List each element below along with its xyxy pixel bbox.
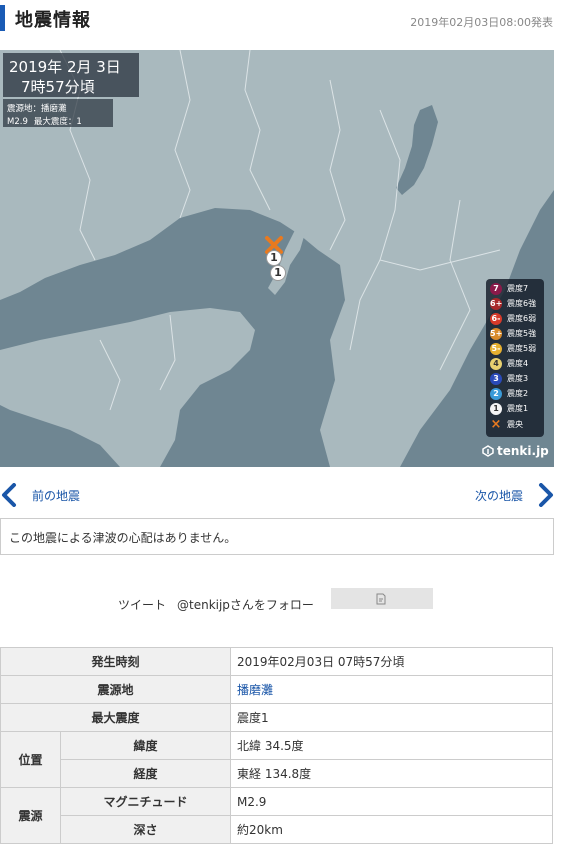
intensity-legend: 7 震度7 6+ 震度6強 6- 震度6弱 5+ 震度5強 5- 震度5弱 4 震度4 3震… (486, 279, 544, 437)
legend-row: 6+ 震度6強 (490, 297, 544, 311)
page-header: 地震情報 2019年02月03日08:00発表 (0, 0, 563, 38)
intensity-5-upper-icon: 5+ (490, 328, 503, 340)
intensity-6-lower-icon: 6- (490, 313, 502, 325)
broken-image-icon (376, 593, 386, 605)
table-row: 経度 東経 134.8度 (1, 759, 553, 788)
legend-row: 5+ 震度5強 (490, 327, 544, 341)
legend-label: 震度2 (507, 389, 529, 398)
next-quake-link[interactable]: 次の地震 (465, 479, 555, 507)
latitude-value: 北緯 34.5度 (230, 731, 553, 760)
position-header: 位置 (0, 731, 61, 788)
epicenter-link[interactable]: 播磨灘 (230, 675, 553, 704)
intensity-7-icon: 7 (490, 283, 502, 295)
intensity-5-lower-icon: 5- (490, 343, 502, 355)
magnitude-intensity-summary: M2.9 最大震度：1 (7, 115, 88, 127)
magnitude-value: M2.9 (230, 787, 553, 816)
tenki-logo-text: tenki.jp (497, 444, 549, 458)
prev-quake-label: 前の地震 (32, 489, 81, 503)
legend-label: 震央 (507, 420, 523, 429)
depth-value: 約20km (230, 815, 553, 844)
legend-label: 震度5弱 (507, 344, 537, 353)
quake-datetime-box: 2019年 2月 3日 7時57分頃 (3, 53, 139, 97)
legend-row: 4 震度4 (490, 357, 544, 371)
tweet-link[interactable]: ツイート (118, 596, 166, 613)
legend-label: 震度7 (507, 284, 529, 293)
tsunami-notice: この地震による津波の心配はありません。 (0, 518, 554, 555)
table-row: 位置 緯度 北緯 34.5度 (0, 731, 553, 788)
table-row: 深さ 約20km (1, 815, 553, 844)
legend-row: 1 震度1 (490, 402, 544, 416)
intensity-1-icon: 1 (490, 403, 502, 415)
intensity-3-icon: 3 (490, 373, 502, 385)
depth-header: 深さ (60, 815, 231, 844)
tenki-logo[interactable]: tenki.jp (482, 444, 549, 458)
intensity-2-icon: 2 (490, 388, 502, 400)
quake-date: 2019年 2月 3日 (9, 58, 121, 76)
chevron-left-icon (2, 483, 16, 507)
occurred-time-value: 2019年02月03日 07時57分頃 (230, 647, 553, 676)
next-quake-label: 次の地震 (474, 489, 523, 503)
legend-row: 3 震度3 (490, 372, 544, 386)
occurred-time-header: 発生時刻 (0, 647, 231, 676)
legend-label: 震度1 (507, 404, 529, 413)
quake-time: 7時57分頃 (21, 78, 95, 96)
chevron-right-icon (539, 483, 553, 507)
legend-row: 2 震度2 (490, 387, 544, 401)
legend-label: 震度4 (507, 359, 529, 368)
legend-label: 震度6強 (507, 299, 537, 308)
longitude-value: 東経 134.8度 (230, 759, 553, 788)
epicenter-legend-icon: × (490, 417, 502, 432)
max-intensity-header: 最大震度 (0, 703, 231, 732)
intensity-6-upper-icon: 6+ (490, 298, 503, 310)
quake-navigation: 前の地震 次の地震 (0, 477, 563, 511)
social-buttons: ツイート @tenkijpさんをフォロー (0, 588, 563, 614)
page-title: 地震情報 (15, 10, 91, 31)
tsunami-message: この地震による津波の心配はありません。 (9, 531, 237, 545)
earthquake-map[interactable]: 2019年 2月 3日 7時57分頃 震源地：播磨灘 M2.9 最大震度：1 1 … (0, 50, 554, 467)
intensity-marker[interactable]: 1 (270, 265, 286, 281)
hypocenter-header: 震源 (0, 787, 61, 844)
table-row: 震源地 播磨灘 (0, 675, 553, 704)
published-time: 2019年02月03日08:00発表 (410, 16, 553, 29)
share-widget-placeholder[interactable] (331, 588, 433, 609)
table-row: 震源 マグニチュード M2.9 (0, 787, 553, 844)
tenki-logo-icon (482, 445, 494, 457)
legend-row: × 震央 (490, 418, 544, 432)
intensity-marker[interactable]: 1 (266, 250, 282, 266)
quake-summary-box: 震源地：播磨灘 M2.9 最大震度：1 (3, 99, 113, 127)
legend-row: 5- 震度5弱 (490, 342, 544, 356)
intensity-4-icon: 4 (490, 358, 502, 370)
epicenter-header: 震源地 (0, 675, 231, 704)
magnitude-summary: M2.9 (7, 117, 28, 127)
latitude-header: 緯度 (60, 731, 231, 760)
magnitude-header: マグニチュード (60, 787, 231, 816)
table-row: 最大震度 震度1 (0, 703, 553, 732)
max-intensity-value: 震度1 (230, 703, 553, 732)
table-row: 発生時刻 2019年02月03日 07時57分頃 (0, 647, 553, 676)
legend-label: 震度5強 (507, 329, 537, 338)
legend-label: 震度6弱 (507, 314, 537, 323)
legend-row: 7 震度7 (490, 282, 544, 296)
longitude-header: 経度 (60, 759, 231, 788)
header-accent-bar (0, 5, 5, 31)
epicenter-summary: 震源地：播磨灘 (7, 104, 67, 114)
legend-row: 6- 震度6弱 (490, 312, 544, 326)
prev-quake-link[interactable]: 前の地震 (0, 479, 100, 507)
max-intensity-summary: 最大震度：1 (33, 117, 82, 127)
follow-link[interactable]: @tenkijpさんをフォロー (177, 596, 314, 613)
quake-details-table: 発生時刻 2019年02月03日 07時57分頃 震源地 播磨灘 最大震度 震度… (0, 647, 553, 844)
legend-label: 震度3 (507, 374, 529, 383)
